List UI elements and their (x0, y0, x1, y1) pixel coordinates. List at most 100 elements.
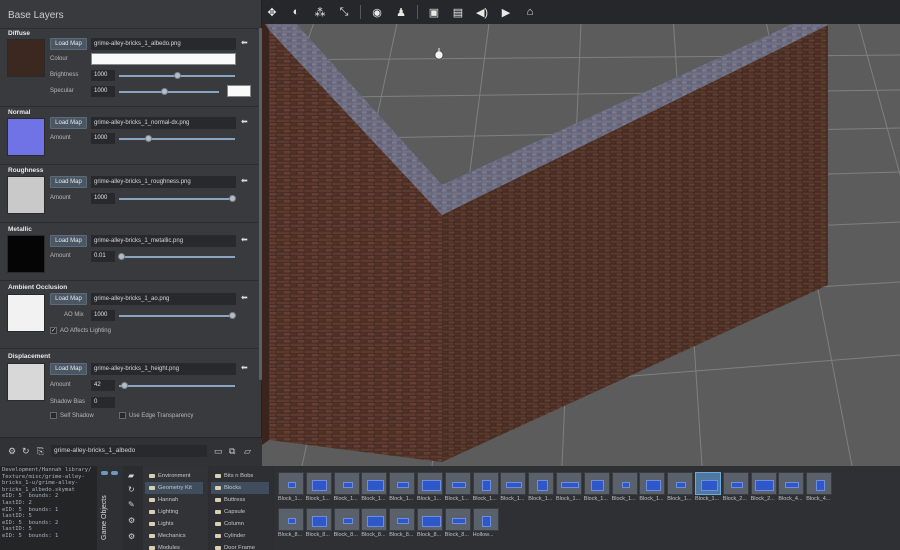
slider-knob[interactable] (120, 382, 128, 389)
arrow-left-icon[interactable]: ⬅ (241, 117, 248, 126)
slider-knob[interactable] (174, 72, 181, 79)
gear-icon[interactable]: ⚙ (128, 516, 135, 525)
arrow-left-icon[interactable]: ⬅ (241, 235, 248, 244)
asset-item[interactable]: Block_8... (305, 508, 332, 541)
asset-item[interactable]: Block_1... (361, 472, 388, 505)
ao-affects-lighting-checkbox[interactable]: ✓ (50, 327, 57, 334)
displacement-amount-slider[interactable] (119, 382, 235, 389)
gear-icon[interactable]: ⚙ (8, 446, 16, 457)
tab-game-objects[interactable]: Game Objects (101, 495, 108, 540)
displacement-thumbnail[interactable] (7, 363, 45, 401)
asset-item[interactable]: Block_8... (444, 508, 471, 541)
asset-item[interactable]: Block_4... (806, 472, 833, 505)
asset-item[interactable]: Block_2... (722, 472, 749, 505)
slider-knob[interactable] (228, 195, 236, 202)
duplicate-icon[interactable]: ⧉ (229, 446, 235, 457)
asset-item[interactable]: Block_8... (333, 508, 360, 541)
roughness-amount-field[interactable]: 1000 (91, 193, 115, 204)
folder-item[interactable]: Column (215, 518, 244, 530)
load-map-button[interactable]: Load Map (50, 117, 87, 129)
arrow-left-icon[interactable]: ⬅ (241, 176, 248, 185)
panel-scrollbar[interactable] (259, 28, 262, 380)
roughness-amount-slider[interactable] (119, 195, 236, 202)
displacement-amount-field[interactable]: 42 (91, 380, 115, 391)
slider-knob[interactable] (145, 135, 152, 142)
normal-file-field[interactable]: grime-alley-bricks_1_normal-dx.png (91, 117, 236, 129)
folder-item[interactable]: Modules (149, 542, 180, 550)
self-shadow-checkbox[interactable] (50, 412, 57, 419)
asset-item[interactable]: Block_8... (389, 508, 416, 541)
file-icon[interactable]: ⎘ (37, 446, 44, 457)
folder-item[interactable]: Lighting (149, 506, 178, 518)
toggle-icon[interactable] (101, 471, 108, 475)
specular-field[interactable]: 1000 (91, 86, 115, 97)
slider-knob[interactable] (228, 312, 236, 319)
load-map-button[interactable]: Load Map (50, 363, 87, 375)
folder-item[interactable]: Blocks (211, 482, 269, 494)
edge-transparency-checkbox[interactable] (119, 412, 126, 419)
metallic-thumbnail[interactable] (7, 235, 45, 273)
metallic-amount-field[interactable]: 0.01 (91, 251, 115, 262)
layout-icon[interactable]: ▤ (450, 4, 466, 20)
folder-item[interactable]: Geometry Kit (145, 482, 203, 494)
diffuse-file-field[interactable]: grime-alley-bricks_1_albedo.png (91, 38, 236, 50)
asset-item[interactable]: Block_1... (389, 472, 416, 505)
asset-item[interactable]: Block_1... (639, 472, 666, 505)
ao-mix-field[interactable]: 1000 (91, 310, 115, 321)
ao-thumbnail[interactable] (7, 294, 45, 332)
asset-item[interactable]: Block_1... (695, 472, 721, 505)
console-log[interactable]: Development/Hannah library/Texture/misc/… (0, 466, 97, 550)
folder-item[interactable]: Bits n Bobs (215, 470, 253, 482)
snap-icon[interactable]: ⁂ (312, 4, 328, 20)
specular-colour-swatch[interactable] (227, 85, 251, 97)
gamepad-icon[interactable]: ⌂ (522, 4, 538, 20)
asset-item[interactable]: Block_1... (417, 472, 443, 505)
settings-icon[interactable]: ⚙ (128, 532, 135, 541)
roughness-file-field[interactable]: grime-alley-bricks_1_roughness.png (91, 176, 236, 188)
asset-item[interactable]: Block_1... (333, 472, 360, 505)
load-map-button[interactable]: Load Map (50, 235, 87, 247)
folder-item[interactable]: Buttress (215, 494, 245, 506)
folder-icon[interactable]: ▱ (244, 446, 251, 457)
asset-item[interactable]: Block_4... (778, 472, 805, 505)
shadow-bias-field[interactable]: 0 (91, 397, 115, 408)
camera-icon[interactable]: ♟ (393, 4, 409, 20)
scene-viewport[interactable] (262, 0, 900, 466)
brightness-field[interactable]: 1000 (91, 70, 115, 81)
slider-knob[interactable] (118, 253, 126, 260)
play-icon[interactable]: ▶ (498, 4, 514, 20)
load-map-button[interactable]: Load Map (50, 293, 87, 305)
roughness-thumbnail[interactable] (7, 176, 45, 214)
normal-amount-slider[interactable] (119, 135, 235, 142)
transform-icon[interactable]: ⤡ (336, 4, 352, 20)
specular-slider[interactable] (119, 88, 219, 95)
arrow-left-icon[interactable]: ⬅ (241, 363, 248, 372)
sound-icon[interactable]: ◀) (474, 4, 490, 20)
globe-icon[interactable]: ◐ (288, 4, 304, 20)
colour-swatch[interactable] (91, 53, 236, 65)
asset-item[interactable]: Block_8... (361, 508, 388, 541)
material-name-field[interactable]: grime-alley-bricks_1_albedo (51, 445, 207, 457)
asset-item[interactable]: Block_1... (583, 472, 610, 505)
asset-item[interactable]: Block_8... (278, 508, 304, 541)
metallic-file-field[interactable]: grime-alley-bricks_1_metallic.png (91, 235, 236, 247)
asset-item[interactable]: Block_1... (444, 472, 471, 505)
folder-item[interactable]: Door Frame (215, 542, 255, 550)
frame-icon[interactable]: ▣ (426, 4, 442, 20)
load-map-button[interactable]: Load Map (50, 38, 87, 50)
folder-item[interactable]: Hannah (149, 494, 178, 506)
asset-item[interactable]: Block_1... (305, 472, 332, 505)
asset-item[interactable]: Block_1... (528, 472, 555, 505)
refresh-icon[interactable]: ↻ (22, 446, 30, 457)
brush-icon[interactable]: ✎ (128, 500, 135, 509)
metallic-amount-slider[interactable] (118, 253, 235, 260)
asset-item[interactable]: Block_1... (500, 472, 527, 505)
asset-item[interactable]: Block_8... (417, 508, 443, 541)
brightness-slider[interactable] (119, 72, 235, 79)
move-icon[interactable]: ✥ (264, 4, 280, 20)
normal-thumbnail[interactable] (7, 118, 45, 156)
folder-item[interactable]: Lights (149, 518, 173, 530)
toggle-icon[interactable] (111, 471, 118, 475)
asset-item[interactable]: Block_1... (472, 472, 499, 505)
save-icon[interactable]: ▭ (214, 446, 223, 457)
